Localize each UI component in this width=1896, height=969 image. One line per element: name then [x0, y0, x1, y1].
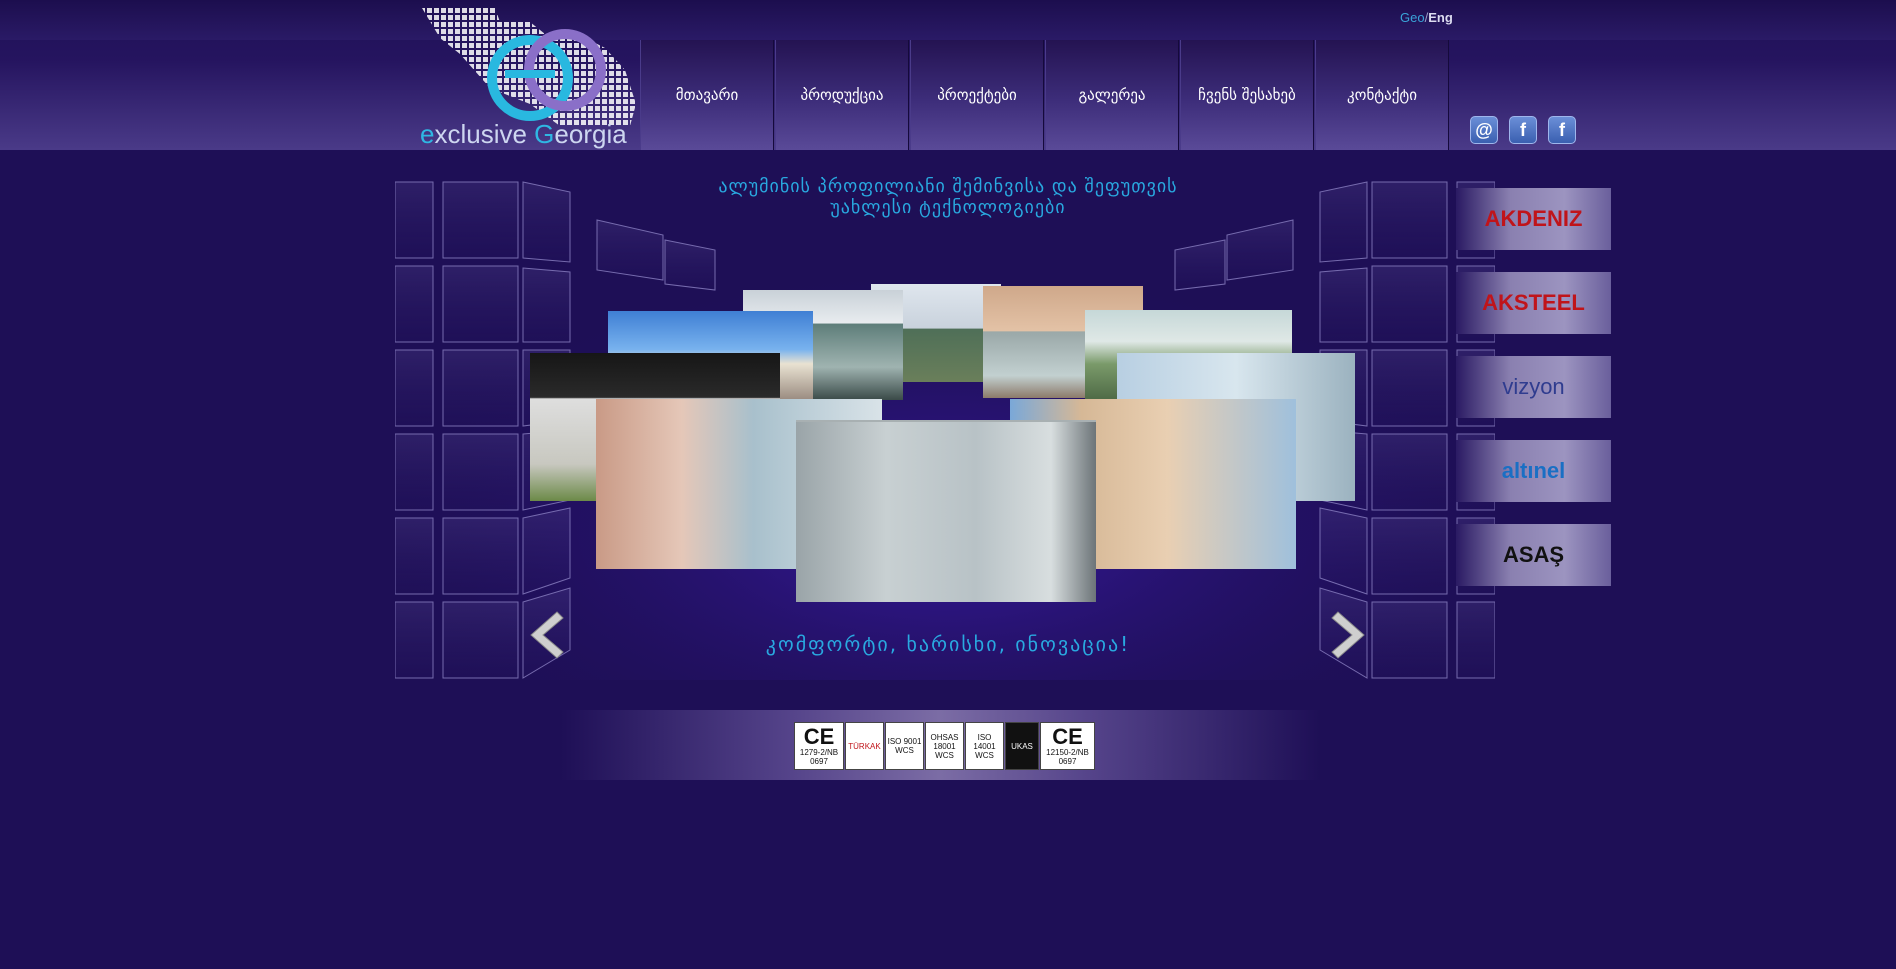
main-nav: მთავარი პროდუქცია პროექტები გალერეა ჩვენ…: [640, 40, 1450, 150]
certificate-badge: UKAS: [1005, 722, 1039, 770]
certificate-badge: CE 12150-2/NB 0697: [1040, 722, 1095, 770]
nav-about[interactable]: ჩვენს შესახებ: [1180, 40, 1314, 150]
certificate-badge: OHSAS 18001 WCS: [925, 722, 964, 770]
headline-line1: ალუმინის პროფილიანი შემინვისა და შეფუთვი…: [718, 176, 1178, 197]
partner-logo[interactable]: AKSTEEL: [1456, 272, 1611, 334]
certificate-badge: ISO 9001 WCS: [885, 722, 924, 770]
certificate-badge: CE 1279-2/NB 0697: [794, 722, 844, 770]
page-slogan: კომფორტი, ხარისხი, ინოვაცია!: [765, 632, 1131, 656]
lang-geo-link[interactable]: Geo: [1400, 10, 1425, 25]
certificate-badge: ISO 14001 WCS: [965, 722, 1004, 770]
nav-products[interactable]: პროდუქცია: [775, 40, 909, 150]
partner-name: AKSTEEL: [1482, 290, 1585, 315]
facebook-page-icon[interactable]: f: [1548, 116, 1576, 144]
site-logo[interactable]: exclusive Georgia: [420, 8, 638, 150]
logo-wordmark: exclusive Georgia: [420, 119, 627, 149]
nav-gallery[interactable]: გალერეა: [1045, 40, 1179, 150]
header-top-strip: [0, 0, 1896, 40]
lang-eng-link[interactable]: Eng: [1428, 10, 1453, 25]
email-icon[interactable]: @: [1470, 116, 1498, 144]
headline-line2: უახლესი ტექნოლოგიები: [830, 197, 1066, 218]
facebook-icon[interactable]: f: [1509, 116, 1537, 144]
partner-logos: AKDENIZ AKSTEEL vizyon altınel ASAŞ: [1456, 188, 1611, 608]
partner-logo[interactable]: vizyon: [1456, 356, 1611, 418]
nav-home[interactable]: მთავარი: [640, 40, 774, 150]
gallery-photo-center[interactable]: [796, 420, 1096, 602]
partner-name: AKDENIZ: [1484, 206, 1583, 231]
partner-name: altınel: [1501, 458, 1566, 483]
nav-contact[interactable]: კონტაქტი: [1315, 40, 1449, 150]
partner-logo[interactable]: AKDENIZ: [1456, 188, 1611, 250]
partner-logo[interactable]: ASAŞ: [1456, 524, 1611, 586]
gallery-carousel: [395, 180, 1495, 680]
nav-projects[interactable]: პროექტები: [910, 40, 1044, 150]
logo-graphic: [422, 8, 636, 126]
certificate-badges: CE 1279-2/NB 0697 TÜRKAK ISO 9001 WCS OHSA…: [794, 722, 1095, 770]
social-links: @ f f: [1470, 116, 1576, 144]
certificate-badge: TÜRKAK: [845, 722, 884, 770]
page-headline: ალუმინის პროფილიანი შემინვისა და შეფუთვი…: [0, 176, 1896, 218]
partner-logo[interactable]: altınel: [1456, 440, 1611, 502]
partner-name: ASAŞ: [1502, 542, 1565, 567]
language-switcher: Geo/Eng: [1400, 10, 1453, 25]
partner-name: vizyon: [1502, 374, 1565, 399]
